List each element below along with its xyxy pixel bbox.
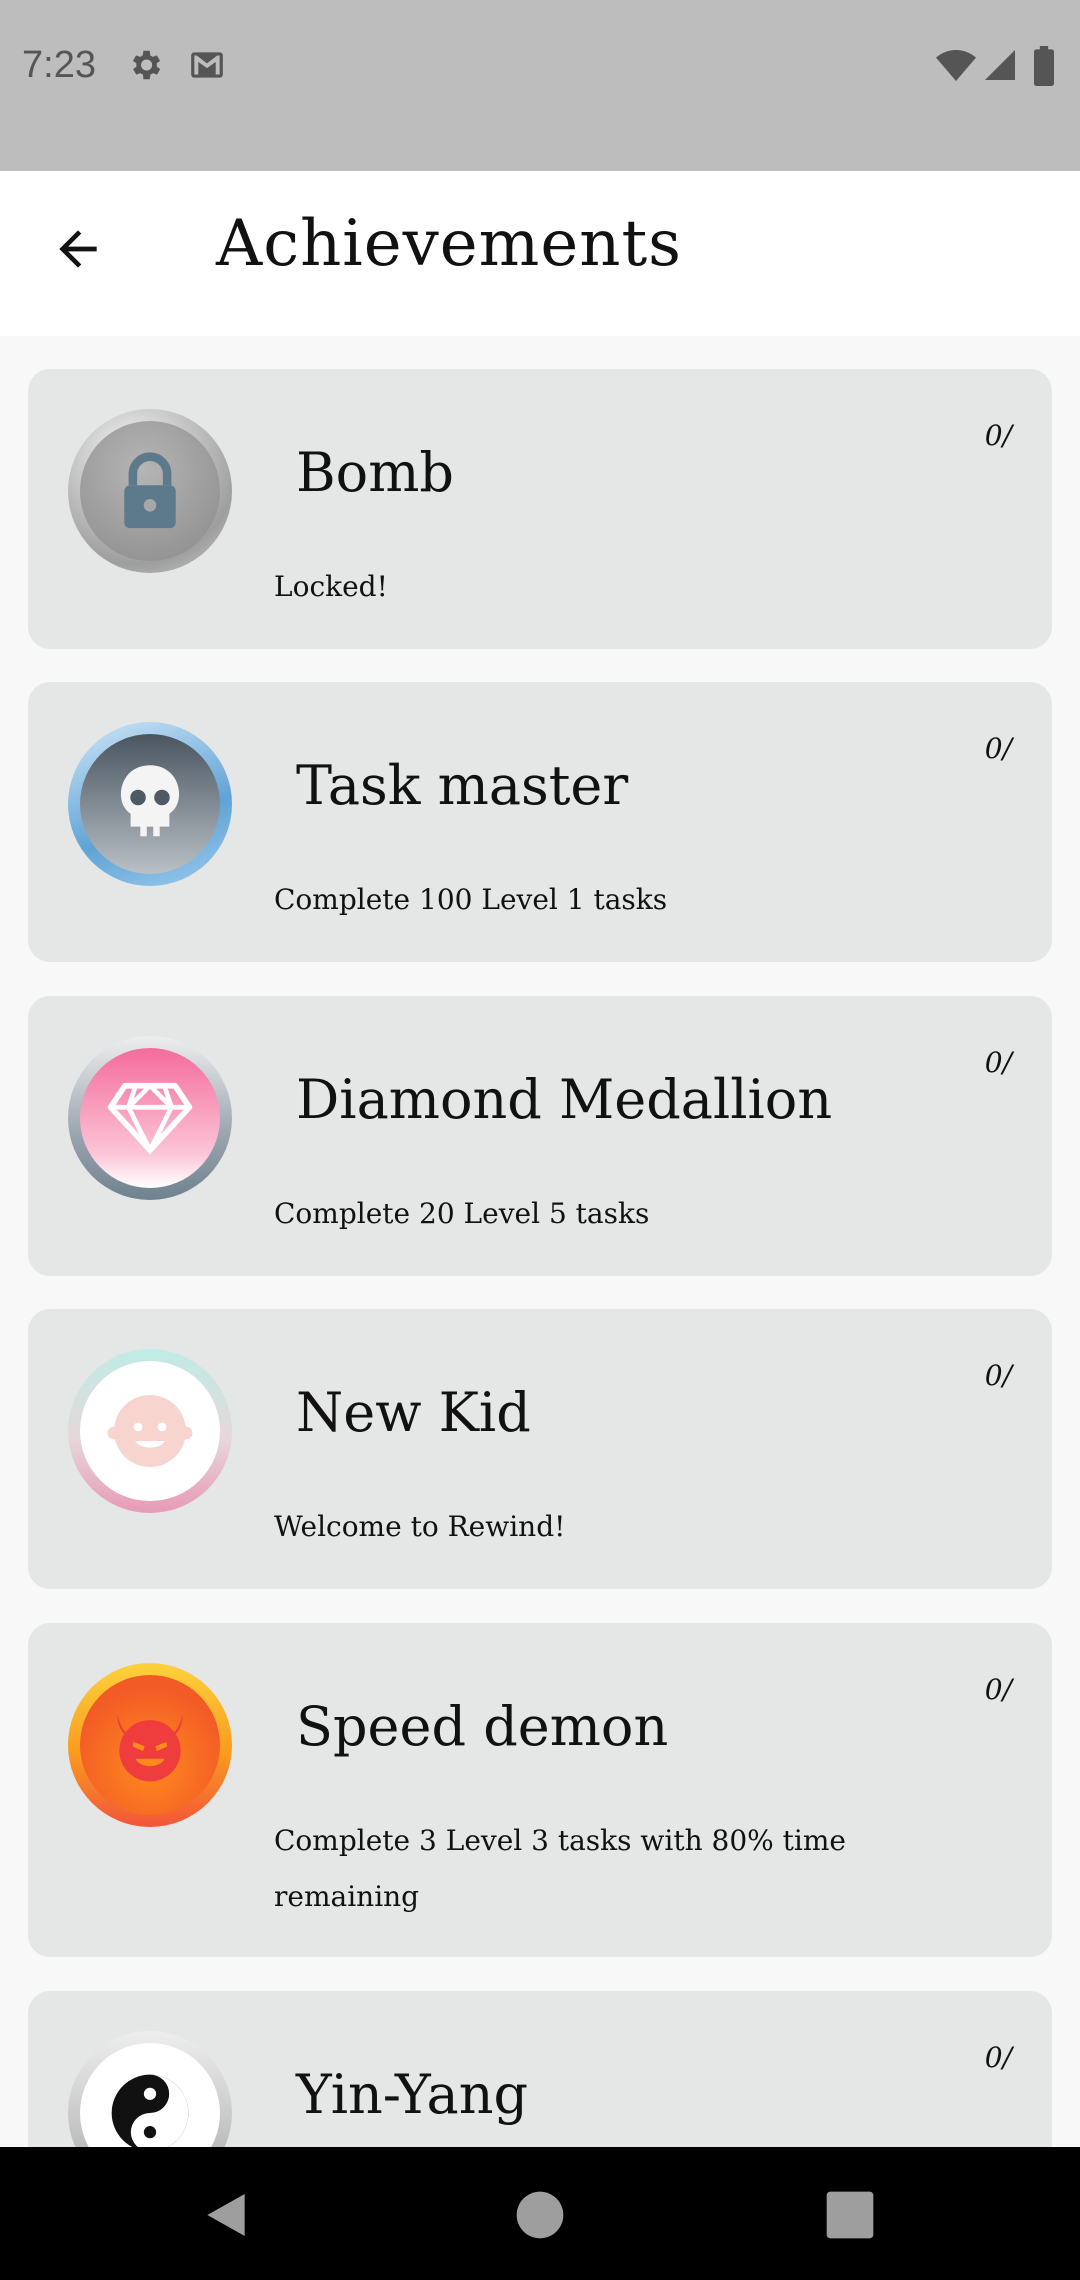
achievement-card-diamond-medallion[interactable]: Diamond Medallion Complete 20 Level 5 ta… xyxy=(28,996,1052,1276)
signal-icon xyxy=(985,50,1015,80)
achievement-title: Yin-Yang xyxy=(296,2063,529,2126)
achievement-description: Complete 100 Level 1 tasks xyxy=(274,883,668,916)
devil-face-icon xyxy=(117,1714,183,1782)
achievement-progress: 0/ xyxy=(984,1673,1012,1706)
arrow-back-icon xyxy=(59,230,97,268)
achievement-card-bomb[interactable]: Bomb Locked! 0/ xyxy=(28,369,1052,649)
achievement-progress: 0/ xyxy=(984,1046,1012,1079)
skull-icon xyxy=(120,765,180,837)
battery-icon xyxy=(1034,46,1054,86)
page-title: Achievements xyxy=(216,207,682,281)
achievement-description: Welcome to Rewind! xyxy=(274,1510,566,1543)
achievement-description: Complete 20 Level 5 tasks xyxy=(274,1197,650,1230)
achievement-list[interactable]: Bomb Locked! 0/ Task master Complete 100… xyxy=(0,336,1080,2147)
achievement-title: Diamond Medallion xyxy=(296,1068,833,1131)
achievement-progress: 0/ xyxy=(984,2041,1012,2074)
status-time: 7:23 xyxy=(22,44,96,86)
baby-face-icon xyxy=(107,1395,193,1467)
gear-icon xyxy=(132,50,161,80)
achievement-card-speed-demon[interactable]: Speed demon Complete 3 Level 3 tasks wit… xyxy=(28,1623,1052,1957)
lock-icon xyxy=(124,452,176,529)
diamond-icon xyxy=(107,1082,193,1155)
achievement-progress: 0/ xyxy=(984,1359,1012,1392)
gmail-icon xyxy=(191,52,223,78)
achievement-card-new-kid[interactable]: New Kid Welcome to Rewind! 0/ xyxy=(28,1309,1052,1589)
achievement-card-task-master[interactable]: Task master Complete 100 Level 1 tasks 0… xyxy=(28,682,1052,962)
achievement-badge xyxy=(68,2031,232,2147)
back-button[interactable] xyxy=(38,209,118,289)
achievement-title: Task master xyxy=(296,754,629,817)
achievement-badge xyxy=(68,1349,232,1513)
achievement-title: Speed demon xyxy=(296,1695,669,1758)
status-bar: 7:23 xyxy=(0,0,1080,171)
nav-back-icon[interactable] xyxy=(198,2187,254,2243)
app-bar: Achievements xyxy=(0,171,1080,336)
nav-recents-icon[interactable] xyxy=(822,2187,878,2243)
achievement-title: New Kid xyxy=(296,1381,531,1444)
achievement-badge xyxy=(68,722,232,886)
nav-home-icon[interactable] xyxy=(512,2187,568,2243)
achievement-description: Complete 3 Level 3 tasks with 80% time r… xyxy=(274,1824,846,1913)
achievement-badge xyxy=(68,1663,232,1827)
achievement-badge xyxy=(68,1036,232,1200)
achievement-badge xyxy=(68,409,232,573)
achievement-progress: 0/ xyxy=(984,732,1012,765)
achievement-progress: 0/ xyxy=(984,419,1012,452)
yin-yang-icon xyxy=(111,2074,189,2147)
achievement-description: Locked! xyxy=(274,570,388,603)
achievement-title: Bomb xyxy=(296,441,454,504)
achievement-card-yin-yang[interactable]: Yin-Yang 0/ xyxy=(28,1991,1052,2147)
navigation-bar xyxy=(0,2147,1080,2280)
wifi-icon xyxy=(936,50,976,81)
